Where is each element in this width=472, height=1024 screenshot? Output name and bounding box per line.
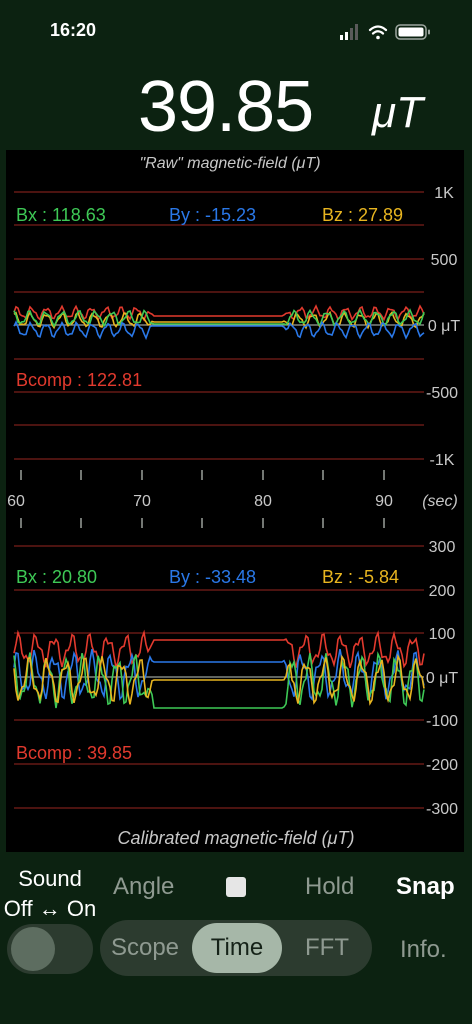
time-tick-60: 60	[7, 493, 25, 510]
raw-series-lines	[13, 304, 425, 341]
sound-toggle-knob	[11, 927, 55, 971]
sound-label-line2: Off ↔ On	[3, 896, 97, 921]
cal-bcomp-readout: Bcomp : 39.85	[16, 743, 132, 763]
calibrated-y-axis-labels: 300 200 100 0 μT -100 -200 -300	[426, 539, 459, 818]
time-tick-80: 80	[254, 493, 272, 510]
cal-y-tick: 300	[429, 539, 456, 556]
time-axis-ticks	[20, 470, 385, 528]
mode-time[interactable]: Time	[192, 923, 282, 973]
sound-label-line1: Sound	[18, 866, 82, 891]
raw-bcomp-readout: Bcomp : 122.81	[16, 370, 142, 390]
cal-bz-readout: Bz : -5.84	[322, 567, 399, 587]
raw-chart-title: "Raw" magnetic-field (μT)	[139, 155, 320, 172]
status-icons	[340, 24, 430, 40]
battery-icon	[395, 24, 430, 40]
mode-segmented-control: Scope Time FFT	[100, 920, 372, 976]
mode-scope[interactable]: Scope	[100, 920, 190, 976]
cal-y-tick: -300	[426, 801, 458, 818]
raw-y-tick: 500	[431, 252, 458, 269]
raw-y-tick: 0 μT	[428, 318, 461, 335]
calibrated-series-lines	[13, 629, 425, 709]
time-tick-90: 90	[375, 493, 393, 510]
chart-area: 60 70 80 90 (sec) 1K 500 0 μT -500 -1K 3…	[6, 150, 464, 852]
info-button[interactable]: Info.	[400, 936, 447, 964]
raw-y-tick: -1K	[430, 452, 455, 469]
cal-bx-readout: Bx : 20.80	[16, 567, 97, 587]
cal-y-tick: 100	[429, 626, 456, 643]
cal-bz-line	[13, 653, 425, 706]
sound-label: Sound Off ↔ On	[0, 864, 100, 924]
raw-bx-readout: Bx : 118.63	[16, 205, 106, 225]
calibrated-chart-title: Calibrated magnetic-field (μT)	[118, 828, 355, 848]
status-time: 16:20	[50, 20, 97, 40]
cellular-signal-icon	[340, 24, 358, 40]
raw-bz-readout: Bz : 27.89	[322, 205, 403, 225]
cal-y-tick: 200	[429, 583, 456, 600]
time-axis-unit: (sec)	[422, 493, 458, 510]
current-field-unit: μT	[372, 88, 423, 137]
time-axis-labels: 60 70 80 90 (sec)	[7, 493, 458, 510]
raw-y-tick: -500	[426, 385, 458, 402]
time-tick-70: 70	[133, 493, 151, 510]
current-field-value: 39.85	[138, 67, 314, 147]
cal-y-tick: -200	[426, 757, 458, 774]
snap-button[interactable]: Snap	[396, 873, 455, 901]
raw-by-readout: By : -15.23	[169, 205, 256, 225]
status-bar: 16:20	[0, 0, 472, 60]
cal-y-tick: -100	[426, 713, 458, 730]
cal-by-readout: By : -33.48	[169, 567, 256, 587]
stop-square-icon[interactable]	[226, 877, 246, 897]
raw-y-axis-labels: 1K 500 0 μT -500 -1K	[426, 185, 460, 469]
wifi-icon	[368, 25, 388, 40]
hold-button[interactable]: Hold	[305, 873, 354, 901]
sound-toggle[interactable]	[7, 924, 93, 974]
raw-y-tick: 1K	[434, 185, 454, 202]
cal-y-tick: 0 μT	[426, 670, 459, 687]
magnetometer-plots: 60 70 80 90 (sec) 1K 500 0 μT -500 -1K 3…	[7, 155, 460, 848]
mode-fft[interactable]: FFT	[282, 920, 372, 976]
angle-button[interactable]: Angle	[113, 873, 174, 901]
